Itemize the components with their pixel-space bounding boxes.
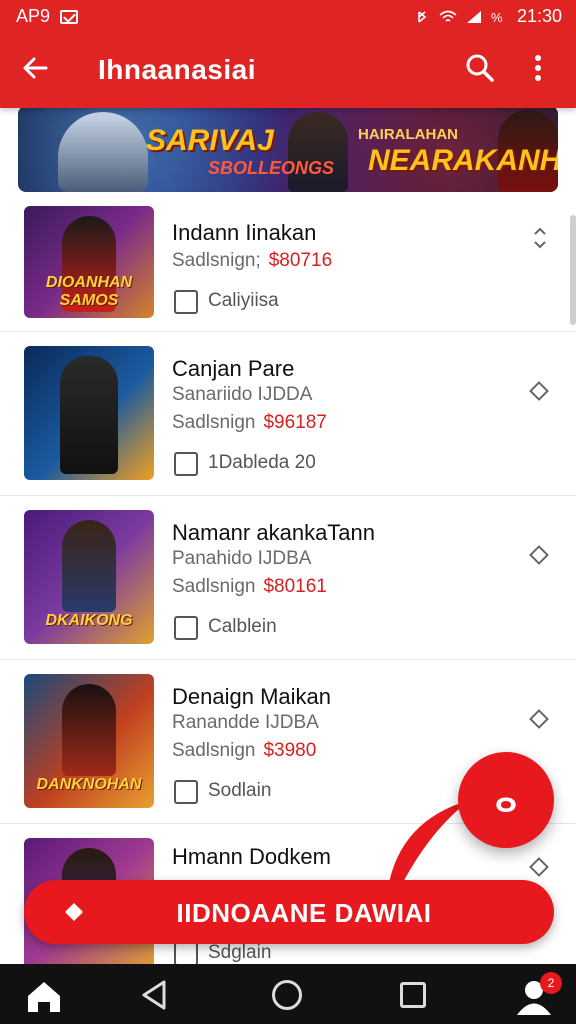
svg-text:%: % bbox=[491, 10, 503, 24]
item-checkbox[interactable] bbox=[174, 452, 198, 476]
nav-home-circle-icon[interactable] bbox=[272, 980, 302, 1010]
item-action-button[interactable] bbox=[526, 224, 554, 252]
item-checkbox[interactable] bbox=[174, 616, 198, 640]
item-action-button[interactable] bbox=[526, 854, 554, 882]
primary-cta-button[interactable]: IIDNOAANE DAWIAI bbox=[24, 880, 554, 944]
item-title: Hmann Dodkem bbox=[172, 844, 331, 869]
item-title: Indann Iinakan bbox=[172, 220, 317, 245]
home-icon[interactable] bbox=[24, 978, 64, 1014]
cta-label: IIDNOAANE DAWIAI bbox=[176, 898, 432, 928]
item-action-button[interactable] bbox=[526, 378, 554, 406]
notification-badge: 2 bbox=[540, 972, 562, 994]
price-label: Sadlsnign bbox=[172, 412, 256, 433]
list-item[interactable]: Canjan Pare Sanariido IJDDA Sadlsnign $96… bbox=[0, 332, 576, 496]
status-time: 21:30 bbox=[516, 6, 562, 26]
more-options-button[interactable] bbox=[520, 50, 556, 86]
item-thumbnail: DANKNOHAN bbox=[24, 674, 154, 808]
fab-icon: ⴰ bbox=[495, 781, 517, 819]
item-checkbox[interactable] bbox=[174, 290, 198, 314]
item-title: Namanr akankaTann bbox=[172, 520, 376, 545]
item-title: Denaign Maikan bbox=[172, 684, 331, 709]
bluetooth-icon bbox=[418, 10, 427, 23]
message-icon bbox=[60, 9, 79, 24]
item-subtitle: Ranandde IJDBA bbox=[172, 712, 319, 733]
price-label: Sadlsnign bbox=[172, 576, 256, 597]
banner-subheadline: SBOLLEONGS bbox=[208, 158, 335, 178]
item-price: $96187 bbox=[263, 412, 327, 433]
bottom-nav-bar bbox=[0, 964, 576, 1024]
floating-action-button[interactable]: ⴰ bbox=[458, 752, 554, 848]
item-price-row: Sadlsnign; $80716 bbox=[172, 250, 332, 272]
status-right: % 21:30 bbox=[413, 6, 562, 27]
status-carrier-label: AP9 bbox=[16, 6, 51, 26]
item-thumbnail: DIOANHAN SAMOS bbox=[24, 206, 154, 318]
item-thumbnail bbox=[24, 346, 154, 480]
price-label: Sadlsnign; bbox=[172, 250, 261, 271]
thumbnail-label: DKAIKONG bbox=[45, 612, 133, 629]
item-title: Canjan Pare bbox=[172, 356, 295, 381]
promo-banner[interactable]: SARIVAJ SBOLLEONGS HAIRALAHAN NEARAKANH bbox=[18, 106, 558, 192]
diamond-icon bbox=[529, 857, 549, 877]
item-action-button[interactable] bbox=[526, 542, 554, 570]
banner-headline-right: NEARAKANH bbox=[368, 144, 558, 177]
thumbnail-hero bbox=[62, 520, 116, 612]
banner-tagline: HAIRALAHAN bbox=[358, 126, 458, 143]
expand-icon bbox=[534, 227, 546, 249]
search-icon bbox=[466, 54, 494, 82]
more-vert-icon bbox=[535, 55, 541, 81]
banner-headline: SARIVAJ bbox=[146, 124, 274, 157]
search-button[interactable] bbox=[462, 50, 498, 86]
thumbnail-label: DIOANHAN SAMOS bbox=[45, 274, 133, 309]
list-item[interactable]: DKAIKONG Namanr akankaTann Panahido IJDB… bbox=[0, 496, 576, 660]
battery-icon: % bbox=[491, 10, 503, 24]
item-checkbox-label: Calblein bbox=[208, 616, 277, 637]
app-bar: Ihnaanasiai bbox=[0, 36, 576, 100]
item-action-button[interactable] bbox=[526, 706, 554, 734]
item-price-row: Sadlsnign $80161 bbox=[172, 576, 327, 598]
scrollbar[interactable] bbox=[570, 215, 576, 325]
diamond-icon bbox=[529, 709, 549, 729]
item-price: $80716 bbox=[268, 250, 333, 271]
item-checkbox-label: Caliyiisa bbox=[208, 290, 279, 311]
item-price-row: Sadlsnign $3980 bbox=[172, 740, 316, 762]
diamond-icon bbox=[529, 381, 549, 401]
item-checkbox-label: 1Dableda 20 bbox=[208, 452, 316, 473]
item-subtitle: Sanariido IJDDA bbox=[172, 384, 313, 405]
nav-back-icon[interactable] bbox=[138, 978, 172, 1012]
back-button[interactable] bbox=[18, 50, 54, 86]
diamond-icon bbox=[529, 545, 549, 565]
thumbnail-hero bbox=[62, 684, 116, 776]
item-checkbox-label: Sdglain bbox=[208, 942, 272, 963]
signal-icon bbox=[466, 10, 481, 23]
banner-hero-image bbox=[58, 112, 148, 192]
item-price: $3980 bbox=[263, 740, 317, 761]
page-title: Ihnaanasiai bbox=[98, 54, 257, 85]
item-thumbnail: DKAIKONG bbox=[24, 510, 154, 644]
status-bar: AP9 % 21:30 bbox=[0, 0, 576, 32]
item-price: $80161 bbox=[263, 576, 327, 597]
item-checkbox[interactable] bbox=[174, 942, 198, 966]
banner-hero-image bbox=[288, 112, 348, 192]
item-price-row: Sadlsnign $96187 bbox=[172, 412, 327, 434]
status-left: AP9 bbox=[16, 6, 79, 27]
thumbnail-hero bbox=[60, 356, 118, 474]
list-item[interactable]: DIOANHAN SAMOS Indann Iinakan Sadlsnign;… bbox=[0, 196, 576, 332]
item-subtitle: Panahido IJDBA bbox=[172, 548, 312, 569]
wifi-icon bbox=[439, 10, 457, 22]
thumbnail-label: DANKNOHAN bbox=[36, 776, 142, 793]
item-checkbox-label: Sodlain bbox=[208, 780, 272, 801]
price-label: Sadlsnign bbox=[172, 740, 256, 761]
top-app-bar: AP9 % 21:30 Ihnaanasiai bbox=[0, 0, 576, 108]
item-checkbox[interactable] bbox=[174, 780, 198, 804]
arrow-left-icon bbox=[23, 57, 48, 79]
nav-recents-icon[interactable] bbox=[400, 982, 426, 1008]
